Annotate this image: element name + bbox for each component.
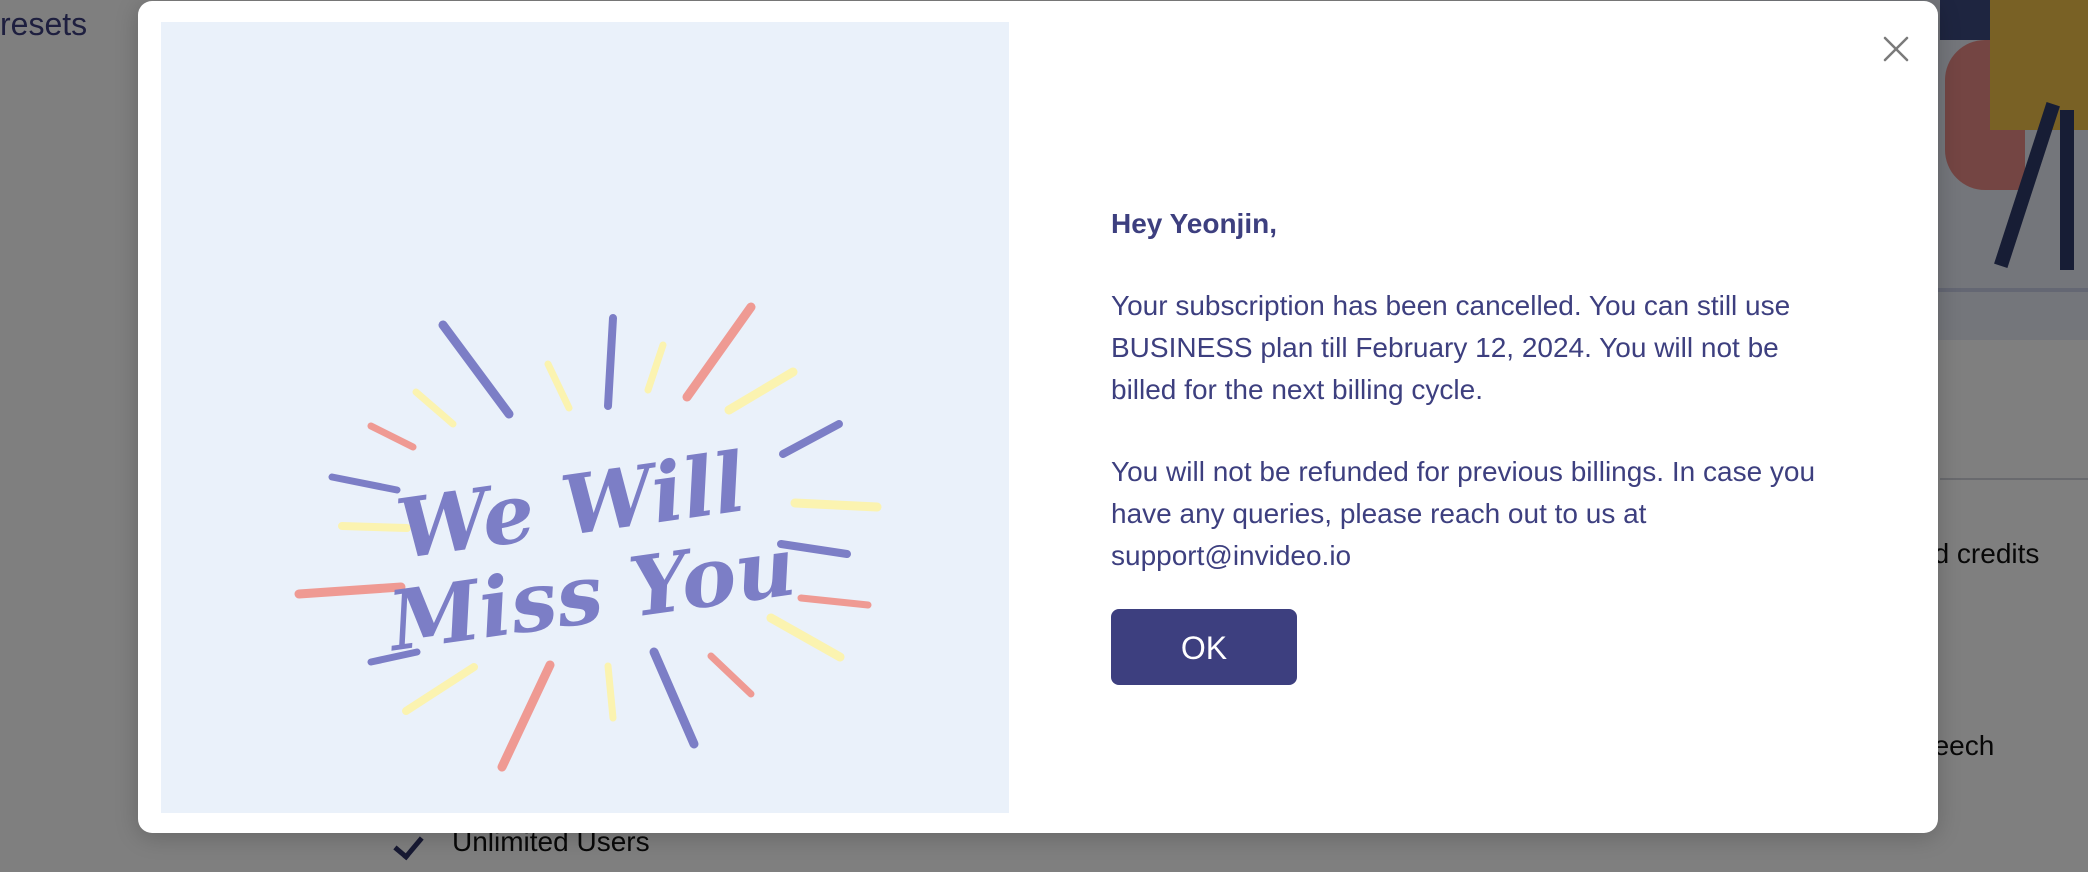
modal-message: Hey Yeonjin, Your subscription has been … xyxy=(1111,203,1831,685)
greeting-text: Hey Yeonjin, xyxy=(1111,208,1277,239)
refund-text: You will not be refunded for previous bi… xyxy=(1111,456,1816,571)
we-will-miss-you-illustration: We Will Miss You xyxy=(161,22,1009,813)
ok-button[interactable]: OK xyxy=(1111,609,1297,685)
close-icon xyxy=(1883,36,1909,62)
cancellation-text: Your subscription has been cancelled. Yo… xyxy=(1111,290,1791,405)
cancellation-modal: We Will Miss You Hey Yeonjin, Your subsc… xyxy=(138,1,1938,833)
burst-graphic: We Will Miss You xyxy=(294,302,882,772)
close-button[interactable] xyxy=(1876,29,1916,69)
